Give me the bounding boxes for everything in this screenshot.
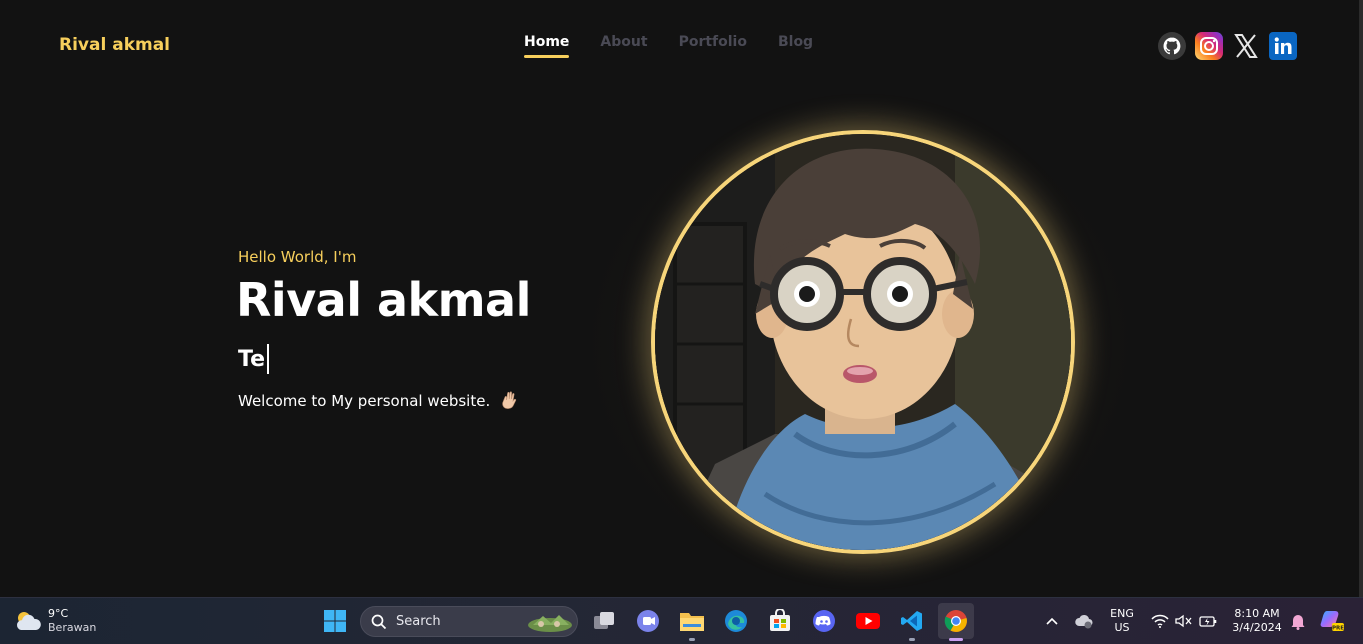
typed-role: Te [238,344,269,374]
search-icon [371,614,387,629]
chrome-icon [944,610,967,632]
vscode-button[interactable] [898,607,926,641]
taskbar: 9°C Berawan Search ENG US 8:10 AM 3/4/20… [0,597,1363,644]
battery-charging-icon [1199,616,1217,627]
file-explorer-button[interactable] [678,607,706,641]
start-button[interactable] [321,607,349,635]
start-icon [324,610,346,632]
x-icon[interactable] [1232,32,1260,60]
chrome-button[interactable] [938,603,974,641]
battery-button[interactable] [1194,607,1222,635]
weather-condition: Berawan [48,621,97,634]
clock-time: 8:10 AM [1234,607,1280,620]
taskbar-search[interactable]: Search [360,606,578,637]
profile-avatar [651,130,1075,554]
store-button[interactable] [766,607,794,635]
clock-date: 3/4/2024 [1232,621,1282,634]
partly-cloudy-icon [16,612,41,630]
github-icon[interactable] [1158,32,1186,60]
youtube-icon [856,613,880,629]
nav-blog[interactable]: Blog [778,34,813,58]
svg-text:PRE: PRE [1332,626,1344,632]
running-indicator [909,638,915,641]
social-links [1158,32,1297,60]
website-viewport: Rival akmal Home About Portfolio Blog He… [0,0,1363,597]
site-brand[interactable]: Rival akmal [59,35,170,55]
main-nav: Home About Portfolio Blog [524,34,813,58]
cloud-sync-icon [1075,614,1093,629]
weather-widget[interactable]: 9°C Berawan [14,607,96,635]
active-indicator [949,638,963,641]
youtube-button[interactable] [854,607,882,635]
task-view-button[interactable] [590,607,618,635]
nav-about[interactable]: About [600,34,647,58]
nav-portfolio[interactable]: Portfolio [679,34,747,58]
discord-button[interactable] [810,607,838,635]
teams-button[interactable] [634,607,662,635]
wifi-icon [1151,614,1169,628]
typed-text: Te [238,346,266,372]
welcome-label: Welcome to My personal website. [238,392,491,410]
vscode-icon [901,611,922,631]
hero-greeting: Hello World, I'm [238,248,357,266]
notifications-button[interactable] [1284,607,1312,635]
edge-button[interactable] [722,607,750,635]
language-indicator[interactable]: ENG US [1106,607,1138,635]
onedrive-button[interactable] [1070,607,1098,635]
nav-home[interactable]: Home [524,34,570,58]
welcome-text: Welcome to My personal website. [238,391,517,410]
clock[interactable]: 8:10 AM 3/4/2024 [1226,607,1288,635]
bell-icon [1291,615,1305,630]
store-icon [770,609,790,631]
copilot-button[interactable]: PRE [1318,607,1346,635]
language-code: ENG [1110,607,1134,620]
teams-icon [637,610,659,632]
waving-hand-icon [502,391,517,409]
language-region: US [1114,621,1130,634]
hero-name: Rival akmal [236,273,531,327]
chevron-up-icon [1046,617,1058,625]
linkedin-icon[interactable] [1269,32,1297,60]
discord-icon [813,610,835,632]
typing-caret [267,344,269,374]
search-label: Search [396,614,441,629]
running-indicator [689,638,695,641]
search-highlight-icon [528,614,572,632]
task-view-icon [594,612,614,629]
edge-icon [725,610,747,632]
volume-muted-icon [1175,614,1192,628]
copilot-icon: PRE [1320,611,1344,632]
show-hidden-icons-button[interactable] [1038,607,1066,635]
file-explorer-icon [680,613,704,631]
weather-temp: 9°C [48,607,69,620]
instagram-icon[interactable] [1195,32,1223,60]
